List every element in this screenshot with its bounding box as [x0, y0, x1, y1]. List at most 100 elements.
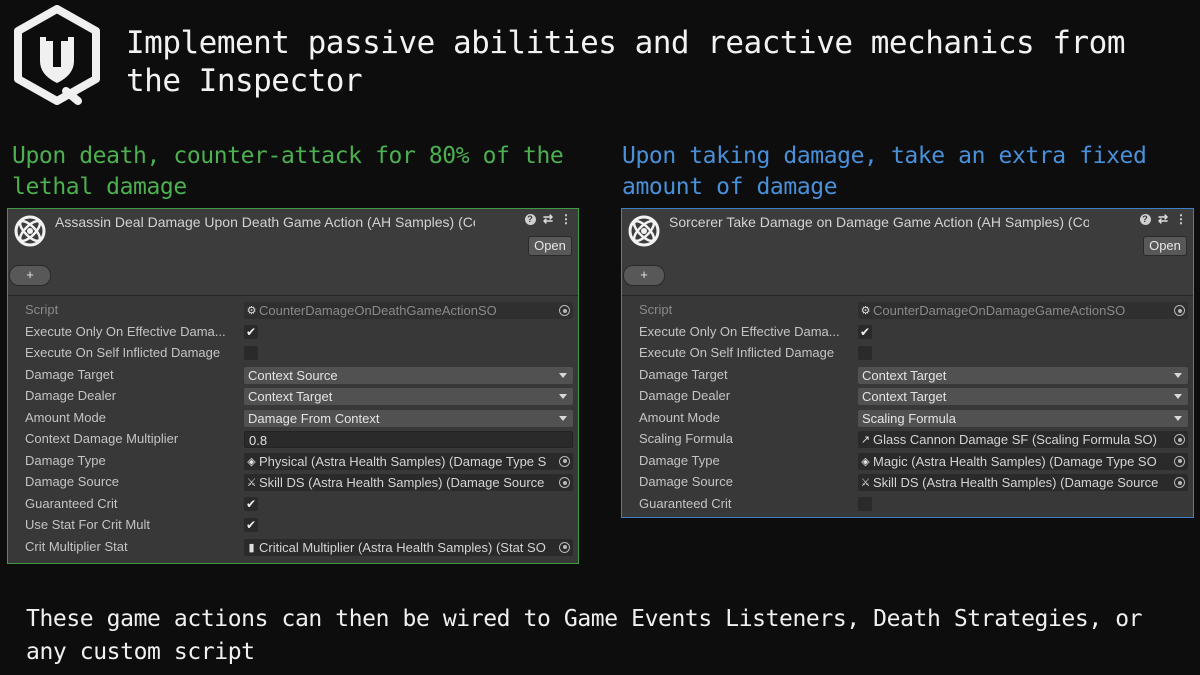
object-field[interactable]: ↗ Glass Cannon Damage SF (Scaling Formula…: [858, 431, 1188, 448]
property-row-use-stat-for-crit-mult: Use Stat For Crit Mult ✔: [8, 515, 578, 537]
preset-icon[interactable]: ⇄: [542, 212, 554, 226]
dropdown-field[interactable]: Context Target: [244, 388, 573, 405]
footer-note: These game actions can then be wired to …: [26, 606, 1143, 665]
property-label: Execute Only On Effective Dama...: [639, 323, 840, 339]
object-field[interactable]: ⚙ CounterDamageOnDeathGameActionSO: [244, 302, 573, 319]
object-field[interactable]: ▮ Critical Multiplier (Astra Health Sampl…: [244, 538, 573, 556]
dropdown-field[interactable]: Context Target: [858, 388, 1188, 405]
checkbox[interactable]: ✔: [244, 518, 258, 532]
checkbox[interactable]: [858, 496, 872, 511]
checkbox[interactable]: ✔: [244, 496, 258, 511]
checkbox[interactable]: [244, 346, 258, 360]
dropdown-field[interactable]: Context Target: [858, 366, 1188, 384]
more-options-icon[interactable]: ⋮: [560, 212, 572, 226]
property-label: Damage Target: [639, 366, 728, 382]
inspector-header: Assassin Deal Damage Upon Death Game Act…: [8, 209, 578, 295]
property-row-damage-source: Damage Source ⚔ Skill DS (Astra Health Sam…: [8, 472, 578, 494]
scriptable-object-icon: [628, 215, 660, 247]
property-row-scaling-formula: Scaling Formula ↗ Glass Cannon Damage SF (…: [622, 429, 1193, 451]
left-caption: Upon death, counter-attack for 80% of th…: [12, 143, 564, 200]
property-row-damage-dealer: Damage Dealer Context Target: [622, 386, 1193, 408]
property-list: Script ⚙ CounterDamageOnDeathGameActionSO E…: [8, 296, 578, 558]
sorcerer-inspector-panel: Sorcerer Take Damage on Damage Game Acti…: [621, 208, 1194, 518]
object-field-value: Skill DS (Astra Health Samples) (Damage …: [873, 475, 1159, 490]
property-row-script: Script ⚙ CounterDamageOnDamageGameActionSO: [622, 300, 1193, 322]
inspector-header: Sorcerer Take Damage on Damage Game Acti…: [622, 209, 1193, 295]
object-picker-icon[interactable]: [1174, 305, 1185, 316]
add-button[interactable]: +: [623, 265, 665, 286]
object-picker-icon[interactable]: [1174, 455, 1185, 467]
object-field[interactable]: ⚙ CounterDamageOnDamageGameActionSO: [858, 302, 1188, 319]
property-label: Damage Type: [25, 452, 106, 468]
checkbox[interactable]: ✔: [858, 324, 872, 339]
object-field[interactable]: ⚔ Skill DS (Astra Health Samples) (Damage…: [244, 474, 573, 491]
dropdown-value: Context Target: [248, 389, 333, 404]
object-picker-icon[interactable]: [559, 305, 570, 316]
help-icon[interactable]: ?: [1139, 212, 1151, 226]
dropdown-field[interactable]: Scaling Formula: [858, 409, 1188, 427]
object-picker-icon[interactable]: [1174, 434, 1185, 445]
number-input[interactable]: 0.8: [244, 431, 573, 448]
more-options-icon[interactable]: ⋮: [1175, 212, 1187, 226]
object-field-value: CounterDamageOnDeathGameActionSO: [259, 303, 497, 318]
object-picker-icon[interactable]: [559, 477, 570, 488]
property-row-damage-source: Damage Source ⚔ Skill DS (Astra Health Sam…: [622, 472, 1193, 494]
property-row-guaranteed-crit: Guaranteed Crit: [622, 494, 1193, 516]
property-row-damage-type: Damage Type ◈ Magic (Astra Health Samples)…: [622, 451, 1193, 473]
chevron-down-icon: [1174, 372, 1182, 378]
object-field[interactable]: ⚔ Skill DS (Astra Health Samples) (Damage…: [858, 474, 1188, 491]
property-row-execute-only-on-effective-dama: Execute Only On Effective Dama... ✔: [8, 322, 578, 344]
object-field-value: CounterDamageOnDamageGameActionSO: [873, 303, 1126, 318]
right-caption: Upon taking damage, take an extra fixed …: [622, 143, 1147, 200]
property-label: Scaling Formula: [639, 431, 733, 446]
object-field[interactable]: ◈ Physical (Astra Health Samples) (Damage…: [244, 452, 573, 470]
open-button[interactable]: Open: [528, 236, 572, 256]
assassin-inspector-panel: Assassin Deal Damage Upon Death Game Act…: [7, 208, 579, 564]
dropdown-value: Context Target: [862, 367, 947, 383]
object-picker-icon[interactable]: [1174, 477, 1185, 488]
checkbox[interactable]: [858, 346, 872, 360]
damage-source-icon: ⚔: [860, 477, 871, 489]
add-button[interactable]: +: [9, 265, 51, 286]
checkbox[interactable]: ✔: [244, 324, 258, 339]
chevron-down-icon: [559, 394, 567, 399]
chevron-down-icon: [559, 415, 567, 421]
object-field-value: Physical (Astra Health Samples) (Damage …: [259, 453, 547, 469]
help-icon[interactable]: ?: [524, 212, 536, 226]
page-title: Implement passive abilities and reactive…: [126, 25, 1126, 99]
property-label: Damage Type: [639, 452, 720, 468]
brand-logo-icon: [14, 5, 100, 105]
dropdown-value: Damage From Context: [248, 410, 380, 426]
object-field-value: Skill DS (Astra Health Samples) (Damage …: [259, 475, 545, 490]
dropdown-value: Scaling Formula: [862, 410, 956, 426]
property-row-damage-dealer: Damage Dealer Context Target: [8, 386, 578, 408]
property-label: Execute On Self Inflicted Damage: [639, 345, 835, 360]
object-field[interactable]: ◈ Magic (Astra Health Samples) (Damage Ty…: [858, 452, 1188, 470]
stat-icon: ▮: [248, 541, 255, 554]
object-picker-icon[interactable]: [559, 455, 570, 467]
property-label: Guaranteed Crit: [25, 495, 118, 511]
dropdown-value: Context Target: [862, 389, 947, 404]
chevron-down-icon: [1174, 415, 1182, 421]
dropdown-value: Context Source: [248, 367, 338, 383]
property-label: Guaranteed Crit: [639, 495, 732, 511]
object-picker-icon[interactable]: [559, 541, 570, 553]
object-field-value: Glass Cannon Damage SF (Scaling Formula …: [873, 432, 1157, 447]
scaling-formula-icon: ↗: [860, 434, 871, 446]
property-row-amount-mode: Amount Mode Damage From Context: [8, 408, 578, 430]
property-label: Context Damage Multiplier: [25, 431, 179, 446]
preset-icon[interactable]: ⇄: [1157, 212, 1169, 226]
property-label: Damage Dealer: [639, 388, 731, 403]
property-label: Amount Mode: [25, 409, 106, 425]
object-field-value: Magic (Astra Health Samples) (Damage Typ…: [873, 453, 1157, 469]
open-button[interactable]: Open: [1143, 236, 1187, 256]
dropdown-field[interactable]: Damage From Context: [244, 409, 573, 427]
property-row-script: Script ⚙ CounterDamageOnDeathGameActionSO: [8, 300, 578, 322]
dropdown-field[interactable]: Context Source: [244, 366, 573, 384]
damage-type-icon: ◈: [861, 455, 870, 468]
property-label: Damage Target: [25, 366, 114, 382]
property-row-damage-target: Damage Target Context Source: [8, 365, 578, 387]
script-icon: ⚙: [246, 305, 257, 317]
property-row-execute-on-self-inflicted-damage: Execute On Self Inflicted Damage: [8, 343, 578, 365]
property-label: Crit Multiplier Stat: [25, 538, 128, 554]
